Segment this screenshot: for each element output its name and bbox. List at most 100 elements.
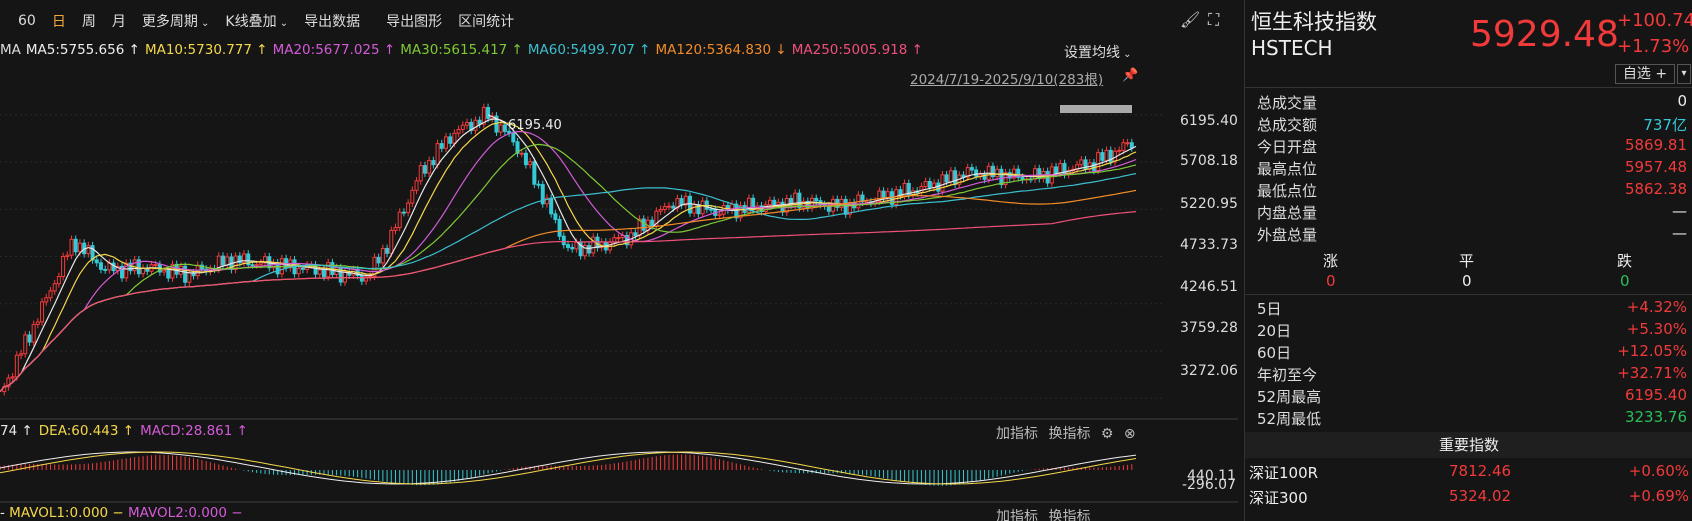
candle-body <box>376 256 381 264</box>
mavol1-label: MAVOL1:0.000 <box>9 505 109 521</box>
candle-body <box>448 136 453 144</box>
candle-body <box>254 264 259 267</box>
brush-icon[interactable]: 🖌 <box>1180 10 1200 29</box>
index-row[interactable]: 深证300 5324.02 +0.69% <box>1249 487 1689 511</box>
index-row[interactable]: 深证100R 7812.46 +0.60% <box>1249 462 1689 486</box>
candle-body <box>995 168 1000 178</box>
kline-chart-pane: 60 日 周 月 更多周期 ⌄ K线叠加 ⌄ 导出数据 导出图形 区间统计 🖌 … <box>0 0 1238 521</box>
switch-indicator-button[interactable]: 换指标 <box>1048 426 1090 442</box>
candle-body <box>658 208 663 212</box>
ma-prefix: MA <box>0 42 21 58</box>
candle-body <box>553 213 558 220</box>
candle-body <box>999 168 1004 185</box>
candle-body <box>927 180 932 189</box>
candle-body <box>220 255 225 266</box>
candle-body <box>431 160 436 166</box>
candle-body <box>393 226 398 231</box>
candle-body <box>103 268 108 271</box>
candle-body <box>969 167 974 171</box>
period-60min[interactable]: 60 <box>0 13 44 29</box>
perf-value: 3233.76 <box>1624 408 1687 426</box>
price-axis-label: 3759.28 <box>1180 320 1238 336</box>
candle-body <box>1096 152 1101 171</box>
candle-body <box>10 376 15 379</box>
candle-body <box>456 128 461 134</box>
switch-indicator-button[interactable]: 换指标 <box>1048 509 1090 521</box>
pin-icon[interactable]: 📌 <box>1122 68 1138 83</box>
watchlist-dropdown-icon[interactable]: ▾ <box>1677 64 1691 84</box>
candle-body <box>940 174 945 192</box>
index-code: HSTECH <box>1251 36 1333 60</box>
candle-body <box>94 259 99 264</box>
candle-body <box>465 121 470 126</box>
perf-row: 20日 +5.30% <box>1257 320 1687 342</box>
divider <box>1245 294 1692 295</box>
candle-body <box>19 353 24 356</box>
stat-row: 最高点位 5957.48 <box>1257 158 1687 180</box>
perf-value: +12.05% <box>1617 342 1687 360</box>
fullscreen-icon[interactable]: ⛶ <box>1208 10 1219 30</box>
candle-body <box>587 245 592 254</box>
period-month[interactable]: 月 <box>104 11 134 31</box>
candle-body <box>385 247 390 254</box>
close-icon[interactable]: ⊗ <box>1124 426 1136 442</box>
candle-body <box>410 189 415 204</box>
perf-row: 52周最高 6195.40 <box>1257 386 1687 408</box>
candle-body <box>61 256 66 277</box>
candle-body <box>460 124 465 130</box>
macd-legend-item: MACD:28.861 ↑ <box>140 423 248 439</box>
stat-row: 内盘总量 — <box>1257 202 1687 224</box>
candle-body <box>671 205 676 209</box>
candle-body <box>528 161 533 166</box>
candle-body <box>27 334 32 343</box>
breadth-label: 跌 <box>1617 252 1633 270</box>
range-stats-button[interactable]: 区间统计 <box>450 11 522 31</box>
candle-body <box>225 256 230 266</box>
ma-legend-item: MA250:5005.918 ↑ <box>791 42 923 58</box>
export-image-button[interactable]: 导出图形 <box>368 11 450 31</box>
ma-line <box>0 130 1137 392</box>
period-week[interactable]: 周 <box>74 11 104 31</box>
period-day[interactable]: 日 <box>44 11 74 31</box>
ma-legend-item: MA5:5755.656 ↑ <box>25 42 140 58</box>
candle-body <box>1117 149 1122 152</box>
date-range-link[interactable]: 2024/7/19-2025/9/10(283根) <box>910 68 1103 88</box>
candle-body <box>843 198 848 215</box>
candle-body <box>40 301 45 323</box>
stat-row: 今日开盘 5869.81 <box>1257 136 1687 158</box>
add-indicator-button[interactable]: 加指标 <box>996 426 1038 442</box>
vol-arrow: - <box>0 505 10 521</box>
ma-legend-item: MA120:5364.830 ↓ <box>655 42 787 58</box>
kline-overlay-dropdown[interactable]: K线叠加 ⌄ <box>217 11 296 31</box>
pane-divider[interactable] <box>0 418 1238 420</box>
stat-value: — <box>1672 224 1687 242</box>
ma-line <box>0 143 1137 392</box>
candle-body <box>1125 142 1130 145</box>
pane-divider[interactable] <box>0 501 1238 503</box>
perf-row: 52周最低 3233.76 <box>1257 408 1687 430</box>
candle-body <box>1054 166 1059 174</box>
candle-body <box>359 274 364 282</box>
export-data-button[interactable]: 导出数据 <box>296 11 368 31</box>
stat-label: 总成交量 <box>1257 94 1318 112</box>
candle-body <box>633 232 638 237</box>
stat-row: 总成交额 737亿 <box>1257 114 1687 136</box>
kline-canvas[interactable]: 6195.40 <box>0 95 1238 410</box>
candle-body <box>14 354 19 378</box>
macd-canvas[interactable] <box>0 442 1238 502</box>
add-indicator-button[interactable]: 加指标 <box>996 509 1038 521</box>
candle-body <box>1091 162 1096 171</box>
perf-value: +32.71% <box>1617 364 1687 382</box>
chevron-down-icon: ⌄ <box>276 18 289 29</box>
stat-label: 总成交额 <box>1257 116 1318 134</box>
more-periods-dropdown[interactable]: 更多周期 ⌄ <box>134 11 218 31</box>
candle-body <box>250 264 255 267</box>
ma-settings-dropdown[interactable]: 设置均线 ⌄ <box>1064 42 1132 62</box>
gear-icon[interactable]: ⚙ <box>1101 426 1114 442</box>
add-to-watchlist-button[interactable]: 自选 + <box>1615 64 1675 84</box>
candle-body <box>797 192 802 209</box>
macd-legend-item: 74 ↑ <box>0 423 33 439</box>
candle-body <box>704 200 709 210</box>
key-indices-header: 重要指数 <box>1245 432 1692 458</box>
candle-body <box>948 170 953 183</box>
